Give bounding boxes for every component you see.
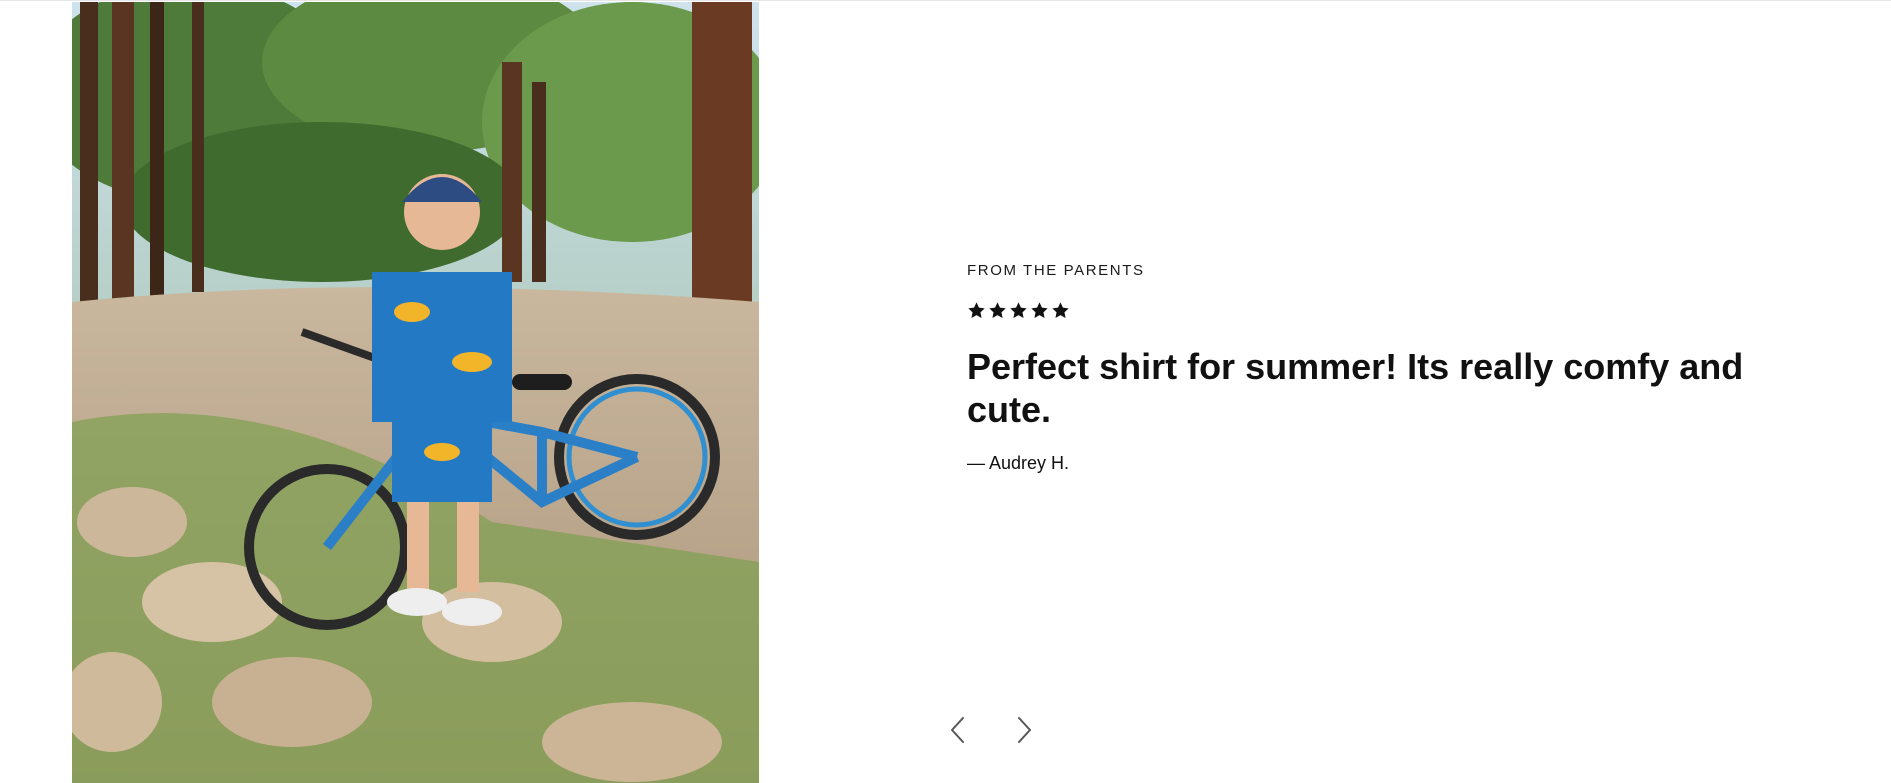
slider-navigation	[940, 712, 1042, 748]
header-divider	[0, 0, 1891, 1]
testimonial-author: — Audrey H.	[967, 453, 1070, 473]
testimonial-photo	[72, 2, 759, 783]
star-icon	[989, 302, 1006, 318]
chevron-left-icon	[951, 717, 964, 743]
next-slide-button[interactable]	[1006, 712, 1042, 748]
chevron-right-icon	[1018, 717, 1031, 743]
testimonial-content: FROM THE PARENTS Perfect shirt for summe…	[967, 262, 1747, 474]
previous-slide-button[interactable]	[940, 712, 976, 748]
testimonial-quote: Perfect shirt for summer! Its really com…	[967, 346, 1744, 430]
star-icon	[968, 302, 985, 318]
star-rating	[967, 301, 1747, 323]
testimonial-eyebrow: FROM THE PARENTS	[967, 262, 1145, 279]
star-icon	[1052, 302, 1069, 318]
star-icon	[1031, 302, 1048, 318]
star-icon	[1010, 302, 1027, 318]
